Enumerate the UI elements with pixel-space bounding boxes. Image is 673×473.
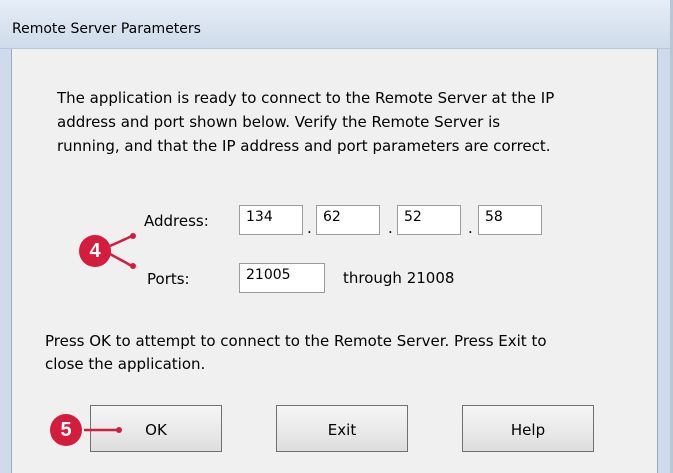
address-octet-2-field[interactable]: 62 bbox=[316, 205, 380, 235]
footer-instructions: Press OK to attempt to connect to the Re… bbox=[45, 332, 547, 373]
address-separator-3: . bbox=[468, 219, 473, 237]
remote-server-parameters-dialog: Remote Server Parameters The application… bbox=[0, 0, 673, 473]
screenshot-canvas: Remote Server Parameters The application… bbox=[0, 0, 673, 473]
ok-button[interactable]: OK bbox=[90, 405, 222, 452]
address-octet-3-field[interactable]: 52 bbox=[397, 205, 461, 235]
port-range-text: through 21008 bbox=[343, 269, 455, 287]
instructions-text: The application is ready to connect to t… bbox=[57, 89, 555, 155]
callout-4-dot-address bbox=[130, 233, 136, 239]
help-button[interactable]: Help bbox=[462, 405, 594, 452]
exit-button-label: Exit bbox=[327, 420, 357, 439]
window-right-frame bbox=[657, 49, 670, 473]
callout-badge-4: 4 bbox=[79, 235, 111, 267]
address-separator-2: . bbox=[388, 219, 393, 237]
title-bar[interactable]: Remote Server Parameters bbox=[0, 0, 670, 49]
callout-4-dot-ports bbox=[130, 263, 136, 269]
window-left-frame bbox=[0, 49, 12, 473]
ports-label: Ports: bbox=[147, 270, 190, 288]
address-label: Address: bbox=[144, 212, 209, 230]
address-octet-4-field[interactable]: 58 bbox=[478, 205, 542, 235]
callout-badge-5: 5 bbox=[50, 414, 82, 446]
exit-button[interactable]: Exit bbox=[276, 405, 408, 452]
address-separator-1: . bbox=[307, 219, 312, 237]
port-start-field[interactable]: 21005 bbox=[239, 263, 325, 293]
ok-button-label: OK bbox=[145, 420, 167, 439]
window-title: Remote Server Parameters bbox=[12, 21, 201, 37]
callout-4-line-ports bbox=[109, 252, 133, 268]
callout-4-line-address bbox=[109, 234, 133, 248]
address-octet-1-field[interactable]: 134 bbox=[239, 205, 303, 235]
help-button-label: Help bbox=[510, 420, 546, 439]
